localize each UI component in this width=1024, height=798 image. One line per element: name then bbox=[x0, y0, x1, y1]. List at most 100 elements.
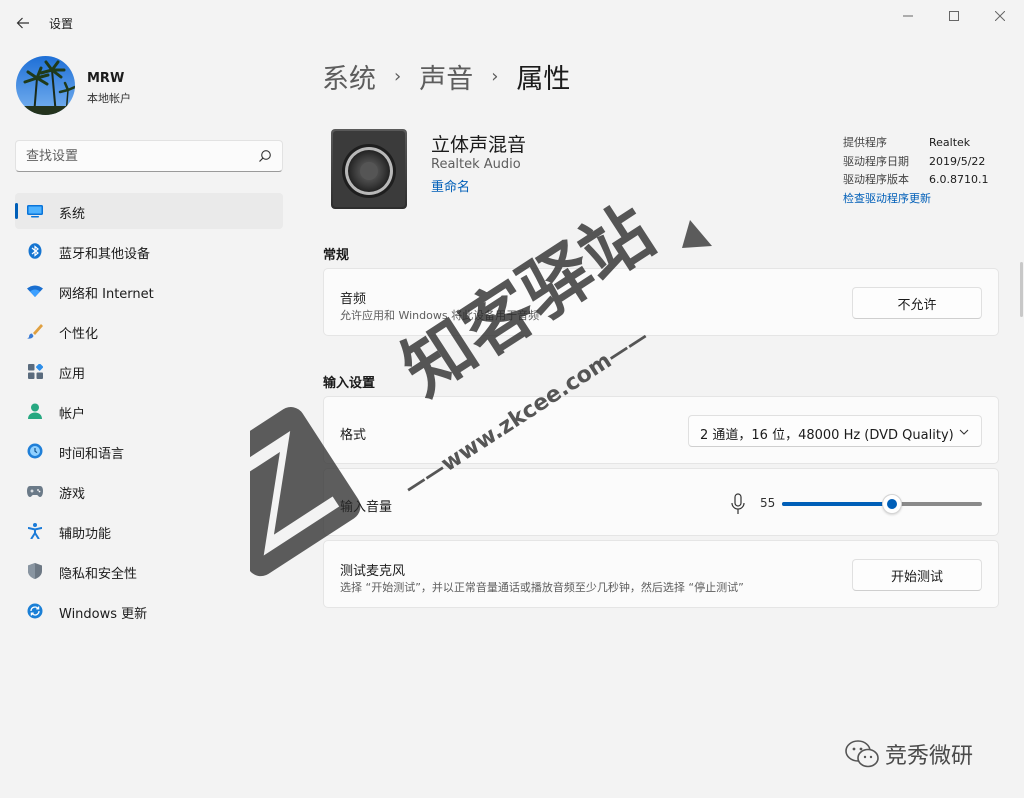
device-name: 立体声混音 bbox=[431, 134, 527, 156]
audio-card: 音频 允许应用和 Windows 将此设备用于音频 不允许 bbox=[323, 268, 999, 336]
test-mic-title: 测试麦克风 bbox=[340, 564, 406, 579]
test-mic-description: 选择 “开始测试”，并以正常音量通话或播放音频至少几秒钟，然后选择 “停止测试” bbox=[340, 581, 744, 594]
start-test-button[interactable]: 开始测试 bbox=[852, 559, 982, 591]
sidebar-item-label: 网络和 Internet bbox=[59, 287, 154, 302]
audio-title: 音频 bbox=[340, 292, 367, 307]
breadcrumb: 系统 › 声音 › 属性 bbox=[322, 56, 570, 96]
avatar[interactable] bbox=[16, 56, 75, 115]
info-row-driver-version: 驱动程序版本 6.0.8710.1 bbox=[843, 171, 988, 190]
sidebar-item-gaming[interactable]: 游戏 bbox=[15, 473, 283, 509]
microphone-icon[interactable] bbox=[729, 493, 747, 515]
search-icon[interactable] bbox=[258, 149, 272, 163]
sidebar-item-label: 帐户 bbox=[59, 407, 86, 422]
device-subtitle: Realtek Audio bbox=[431, 157, 521, 172]
sidebar-item-label: 应用 bbox=[59, 367, 86, 382]
slider-fill bbox=[782, 502, 892, 506]
format-dropdown[interactable]: 2 通道，16 位，48000 Hz (DVD Quality) bbox=[688, 415, 982, 447]
title-bar: 设置 bbox=[0, 0, 1024, 44]
breadcrumb-item-sound[interactable]: 声音 bbox=[419, 57, 473, 96]
section-heading-input: 输入设置 bbox=[323, 376, 376, 391]
info-row-driver-date: 驱动程序日期 2019/5/22 bbox=[843, 153, 988, 172]
sidebar-item-bluetooth[interactable]: 蓝牙和其他设备 bbox=[15, 233, 283, 269]
audio-description: 允许应用和 Windows 将此设备用于音频 bbox=[340, 309, 540, 322]
sidebar-item-label: 辅助功能 bbox=[59, 527, 112, 542]
scrollbar-thumb[interactable] bbox=[1020, 262, 1023, 317]
arrow-left-icon bbox=[16, 17, 29, 29]
format-selected-value: 2 通道，16 位，48000 Hz (DVD Quality) bbox=[700, 428, 954, 443]
sidebar-item-label: 时间和语言 bbox=[59, 447, 125, 462]
breadcrumb-item-system[interactable]: 系统 bbox=[322, 57, 376, 96]
maximize-button[interactable] bbox=[931, 6, 977, 26]
accessibility-icon bbox=[27, 523, 43, 539]
settings-window: 设置 MRW 本地帐户 查找设置 系统 蓝牙和其他设备 网络和 Internet… bbox=[0, 0, 1024, 798]
monitor-icon bbox=[27, 203, 43, 219]
wechat-watermark: 竞秀微研 bbox=[845, 738, 973, 770]
minimize-button[interactable] bbox=[885, 6, 931, 26]
shield-icon bbox=[27, 563, 43, 579]
back-button[interactable] bbox=[12, 12, 34, 34]
info-row-provider: 提供程序 Realtek bbox=[843, 134, 988, 153]
slider-thumb[interactable] bbox=[882, 494, 902, 514]
update-icon bbox=[27, 603, 43, 619]
driver-info: 提供程序 Realtek 驱动程序日期 2019/5/22 驱动程序版本 6.0… bbox=[843, 134, 988, 190]
info-key: 驱动程序版本 bbox=[843, 173, 909, 186]
info-value: 2019/5/22 bbox=[929, 154, 986, 168]
sidebar-item-accessibility[interactable]: 辅助功能 bbox=[15, 513, 283, 549]
section-heading-general: 常规 bbox=[323, 248, 350, 263]
sidebar-item-label: 个性化 bbox=[59, 327, 99, 342]
breadcrumb-separator: › bbox=[394, 65, 402, 87]
page-title: 属性 bbox=[516, 63, 571, 95]
info-key: 驱动程序日期 bbox=[843, 154, 909, 168]
close-button[interactable] bbox=[977, 6, 1023, 26]
sidebar-item-windows-update[interactable]: Windows 更新 bbox=[15, 593, 283, 629]
palm-tree-avatar-image bbox=[16, 56, 75, 115]
input-volume-slider[interactable] bbox=[782, 494, 982, 514]
info-value: Realtek bbox=[929, 136, 971, 149]
sidebar-item-privacy-security[interactable]: 隐私和安全性 bbox=[15, 553, 283, 589]
sidebar-nav: 系统 蓝牙和其他设备 网络和 Internet 个性化 应用 帐户 时间和语言 … bbox=[15, 193, 283, 633]
wechat-icon bbox=[845, 740, 879, 768]
active-indicator bbox=[15, 203, 18, 219]
info-value: 6.0.8710.1 bbox=[929, 173, 989, 186]
input-volume-title: 输入音量 bbox=[340, 500, 393, 515]
bluetooth-icon bbox=[27, 243, 43, 259]
apps-icon bbox=[27, 363, 43, 379]
globe-clock-icon bbox=[27, 443, 43, 459]
brush-icon bbox=[27, 323, 43, 339]
speaker-device-icon bbox=[330, 128, 408, 210]
test-mic-card: 测试麦克风 选择 “开始测试”，并以正常音量通话或播放音频至少几秒钟，然后选择 … bbox=[323, 540, 999, 608]
sidebar-item-label: 蓝牙和其他设备 bbox=[59, 247, 151, 262]
format-title: 格式 bbox=[340, 428, 367, 443]
account-type: 本地帐户 bbox=[87, 92, 131, 105]
app-title: 设置 bbox=[49, 17, 74, 31]
sidebar-item-label: 隐私和安全性 bbox=[59, 567, 138, 582]
search-input[interactable] bbox=[26, 141, 256, 171]
person-icon bbox=[27, 403, 43, 419]
sidebar-item-label: Windows 更新 bbox=[59, 607, 148, 622]
search-box[interactable] bbox=[15, 140, 283, 172]
wechat-watermark-text: 竞秀微研 bbox=[885, 744, 974, 769]
disallow-button[interactable]: 不允许 bbox=[852, 287, 982, 319]
sidebar-item-label: 系统 bbox=[59, 207, 86, 222]
info-key: 提供程序 bbox=[843, 136, 887, 149]
breadcrumb-separator: › bbox=[491, 65, 499, 87]
sidebar-item-apps[interactable]: 应用 bbox=[15, 353, 283, 389]
format-card: 格式 2 通道，16 位，48000 Hz (DVD Quality) bbox=[323, 396, 999, 464]
close-icon bbox=[995, 11, 1005, 21]
user-name: MRW bbox=[87, 71, 125, 86]
gamepad-icon bbox=[27, 483, 43, 499]
input-volume-value: 55 bbox=[760, 496, 776, 510]
sidebar-item-time-language[interactable]: 时间和语言 bbox=[15, 433, 283, 469]
wifi-icon bbox=[27, 283, 43, 299]
input-volume-card: 输入音量 55 bbox=[323, 468, 999, 536]
sidebar-item-personalization[interactable]: 个性化 bbox=[15, 313, 283, 349]
sidebar-item-network[interactable]: 网络和 Internet bbox=[15, 273, 283, 309]
sidebar-item-system[interactable]: 系统 bbox=[15, 193, 283, 229]
minimize-icon bbox=[903, 15, 913, 17]
check-driver-update-link[interactable]: 检查驱动程序更新 bbox=[843, 190, 931, 206]
maximize-icon bbox=[949, 11, 959, 21]
chevron-down-icon bbox=[959, 429, 969, 435]
sidebar-item-label: 游戏 bbox=[59, 487, 86, 502]
sidebar-item-accounts[interactable]: 帐户 bbox=[15, 393, 283, 429]
rename-link[interactable]: 重命名 bbox=[431, 176, 470, 195]
